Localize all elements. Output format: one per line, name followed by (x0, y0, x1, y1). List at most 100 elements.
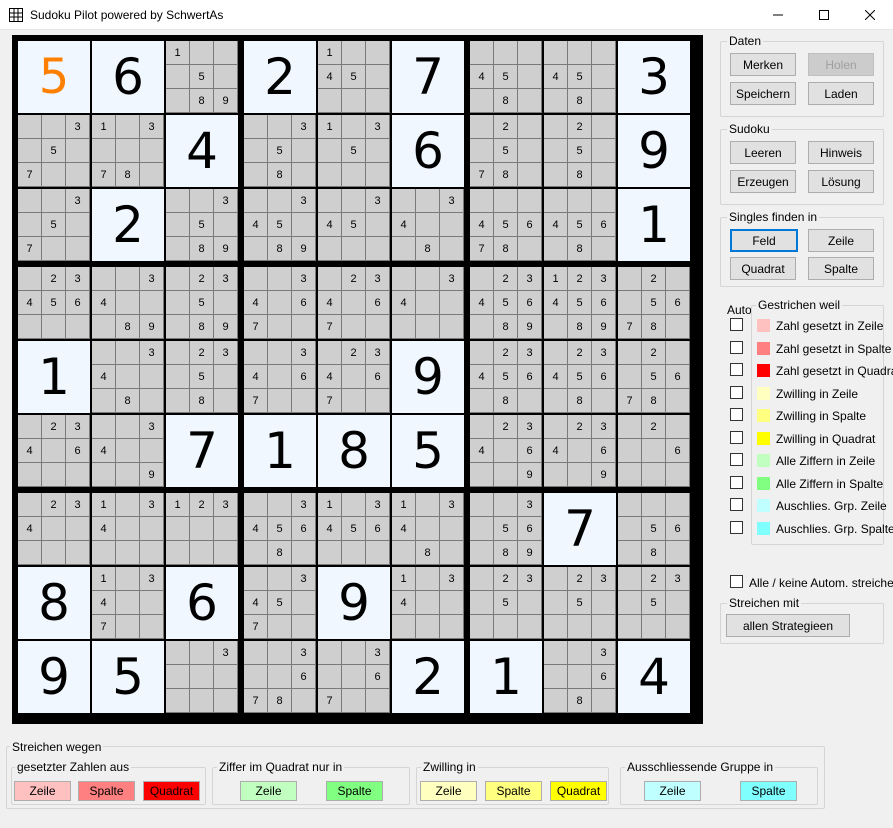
candidate-subcell[interactable] (440, 213, 463, 236)
candidate-subcell[interactable] (592, 189, 615, 212)
candidate-subcell[interactable] (518, 41, 541, 64)
candidate-subcell[interactable]: 3 (666, 567, 689, 590)
candidate-subcell[interactable]: 5 (190, 65, 213, 88)
sudoku-cell[interactable]: 23 4 6 7 (318, 341, 390, 413)
candidate-subcell[interactable]: 6 (592, 365, 615, 388)
candidate-subcell[interactable]: 4 (244, 291, 267, 314)
candidate-subcell[interactable] (618, 615, 641, 638)
candidate-subcell[interactable]: 1 (544, 267, 567, 290)
ziffer-zeile-button[interactable]: Zeile (240, 781, 297, 801)
candidate-subcell[interactable] (292, 139, 315, 162)
candidate-subcell[interactable]: 6 (366, 517, 389, 540)
candidate-subcell[interactable]: 2 (342, 341, 365, 364)
candidate-subcell[interactable] (92, 463, 115, 486)
candidate-subcell[interactable] (544, 139, 567, 162)
candidate-subcell[interactable] (342, 389, 365, 412)
candidate-subcell[interactable] (244, 267, 267, 290)
candidate-subcell[interactable] (166, 517, 189, 540)
candidate-subcell[interactable]: 4 (470, 213, 493, 236)
candidate-subcell[interactable]: 4 (92, 291, 115, 314)
candidate-subcell[interactable]: 3 (214, 189, 237, 212)
candidate-subcell[interactable]: 2 (190, 267, 213, 290)
sudoku-cell[interactable]: 456 78 (470, 189, 542, 261)
candidate-subcell[interactable] (592, 65, 615, 88)
candidate-subcell[interactable]: 4 (18, 517, 41, 540)
candidate-subcell[interactable] (494, 439, 517, 462)
candidate-subcell[interactable] (244, 163, 267, 186)
candidate-subcell[interactable] (494, 189, 517, 212)
candidate-subcell[interactable] (544, 389, 567, 412)
auschl-zeile-button[interactable]: Zeile (644, 781, 701, 801)
minimize-button[interactable] (755, 0, 801, 30)
candidate-subcell[interactable]: 4 (318, 365, 341, 388)
candidate-subcell[interactable]: 5 (190, 291, 213, 314)
sudoku-cell[interactable]: 7 (392, 41, 464, 113)
close-button[interactable] (847, 0, 893, 30)
candidate-subcell[interactable]: 6 (292, 365, 315, 388)
candidate-subcell[interactable] (140, 365, 163, 388)
sudoku-cell[interactable]: 1 3 47 (92, 567, 164, 639)
sudoku-cell[interactable]: 7 (166, 415, 238, 487)
candidate-subcell[interactable]: 3 (214, 341, 237, 364)
candidate-subcell[interactable] (244, 237, 267, 260)
candidate-subcell[interactable] (470, 567, 493, 590)
candidate-subcell[interactable] (618, 267, 641, 290)
zwilling-zeile-button[interactable]: Zeile (420, 781, 477, 801)
candidate-subcell[interactable] (470, 41, 493, 64)
candidate-subcell[interactable] (268, 341, 291, 364)
candidate-subcell[interactable]: 5 (494, 65, 517, 88)
candidate-subcell[interactable]: 8 (416, 541, 439, 564)
candidate-subcell[interactable]: 8 (568, 389, 591, 412)
candidate-subcell[interactable] (268, 389, 291, 412)
candidate-subcell[interactable]: 9 (592, 315, 615, 338)
candidate-subcell[interactable] (92, 267, 115, 290)
candidate-subcell[interactable] (244, 541, 267, 564)
candidate-subcell[interactable]: 6 (592, 439, 615, 462)
candidate-subcell[interactable]: 9 (140, 463, 163, 486)
candidate-subcell[interactable]: 3 (66, 189, 89, 212)
candidate-subcell[interactable] (318, 341, 341, 364)
candidate-subcell[interactable] (190, 665, 213, 688)
candidate-subcell[interactable] (92, 541, 115, 564)
candidate-subcell[interactable] (18, 115, 41, 138)
candidate-subcell[interactable]: 4 (544, 213, 567, 236)
candidate-subcell[interactable] (166, 365, 189, 388)
candidate-subcell[interactable] (544, 89, 567, 112)
candidate-subcell[interactable] (116, 415, 139, 438)
candidate-subcell[interactable] (518, 615, 541, 638)
candidate-subcell[interactable] (92, 415, 115, 438)
candidate-subcell[interactable]: 9 (140, 315, 163, 338)
candidate-subcell[interactable]: 9 (592, 463, 615, 486)
sudoku-cell[interactable]: 235 (470, 567, 542, 639)
candidate-subcell[interactable] (666, 591, 689, 614)
candidate-subcell[interactable] (318, 163, 341, 186)
candidate-subcell[interactable] (366, 315, 389, 338)
sudoku-cell[interactable]: 4568 (544, 189, 616, 261)
candidate-subcell[interactable] (166, 267, 189, 290)
candidate-subcell[interactable] (642, 615, 665, 638)
candidate-subcell[interactable]: 1 (166, 41, 189, 64)
candidate-subcell[interactable]: 3 (518, 415, 541, 438)
candidate-subcell[interactable] (214, 541, 237, 564)
candidate-subcell[interactable] (544, 315, 567, 338)
candidate-subcell[interactable] (470, 591, 493, 614)
candidate-subcell[interactable] (494, 493, 517, 516)
sudoku-cell[interactable]: 9 (18, 641, 90, 713)
candidate-subcell[interactable] (416, 493, 439, 516)
candidate-subcell[interactable]: 5 (494, 213, 517, 236)
candidate-subcell[interactable]: 6 (366, 291, 389, 314)
candidate-subcell[interactable] (568, 615, 591, 638)
candidate-subcell[interactable]: 4 (18, 439, 41, 462)
candidate-subcell[interactable] (544, 41, 567, 64)
candidate-subcell[interactable] (392, 615, 415, 638)
candidate-subcell[interactable]: 9 (518, 315, 541, 338)
candidate-subcell[interactable] (618, 517, 641, 540)
candidate-subcell[interactable]: 4 (392, 517, 415, 540)
candidate-subcell[interactable]: 4 (544, 439, 567, 462)
candidate-subcell[interactable] (66, 139, 89, 162)
candidate-subcell[interactable]: 3 (140, 341, 163, 364)
candidate-subcell[interactable]: 2 (568, 267, 591, 290)
candidate-subcell[interactable]: 2 (494, 341, 517, 364)
candidate-subcell[interactable] (318, 541, 341, 564)
candidate-subcell[interactable] (116, 567, 139, 590)
